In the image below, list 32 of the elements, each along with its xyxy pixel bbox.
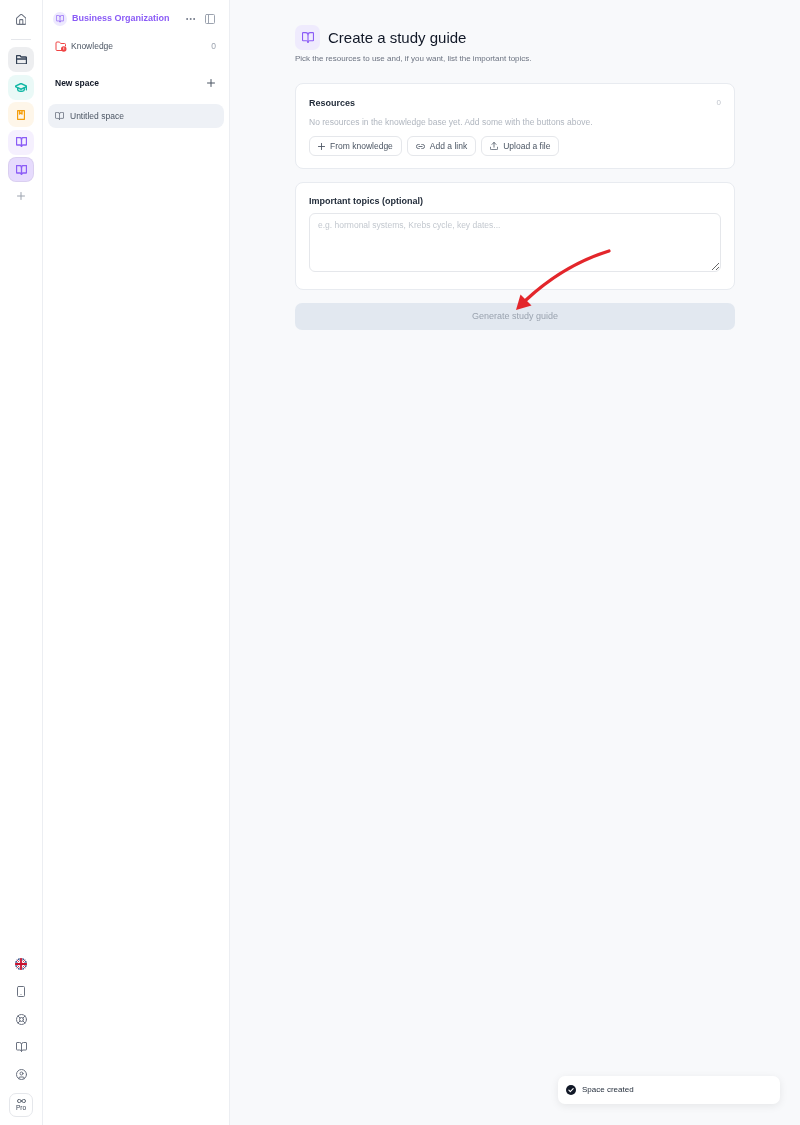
lifebuoy-icon[interactable] [15,1013,27,1025]
book-icon [55,112,64,120]
flag-icon[interactable] [15,958,27,970]
empty-message: No resources in the knowledge base yet. Add some with the buttons above. [309,117,594,128]
toast-message: Space created [582,1084,634,1096]
page-subtitle: Pick the resources to use and, if you want, list the important topics. [295,54,533,64]
plus-icon[interactable] [207,79,215,87]
folder-icon [55,40,67,52]
field-label: Important topics (optional) [309,195,424,207]
book-icon[interactable] [15,1041,27,1052]
space-button[interactable] [8,47,34,72]
user-icon[interactable] [15,1068,27,1080]
home-icon[interactable] [15,13,27,25]
link-button[interactable]: Add a link [406,136,477,156]
smartphone-icon[interactable] [17,986,25,997]
card-title: Resources [309,97,356,109]
infinity-icon [16,1099,26,1103]
knowledge-link[interactable]: Knowledge [71,39,114,53]
page-title: Create a study guide [328,27,467,48]
workspace-name[interactable]: Business Organization [72,12,170,26]
book-icon [295,25,320,50]
book-icon [53,12,67,26]
upload-button[interactable]: Upload a file [481,136,560,156]
check-circle-icon [566,1085,576,1095]
item-count: 0 [211,39,216,53]
link-icon [415,143,425,149]
panel-icon[interactable] [205,14,215,24]
plus-icon [318,142,325,150]
add-button[interactable]: From knowledge [309,136,402,156]
space-item[interactable]: Untitled space [48,104,224,128]
upload-icon [490,142,499,150]
section-title: New space [55,76,99,90]
